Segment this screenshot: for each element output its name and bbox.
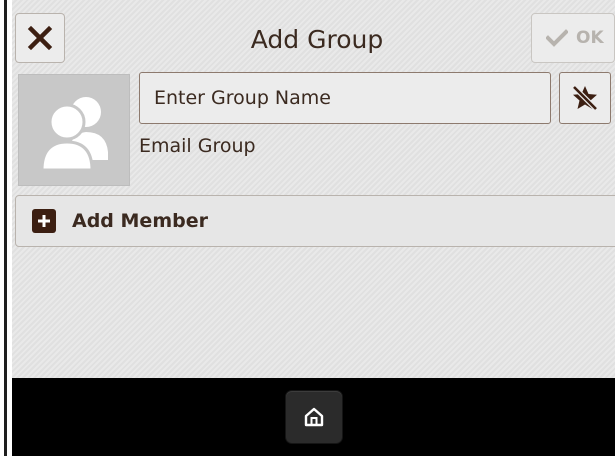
- home-button[interactable]: [286, 391, 342, 443]
- page-title: Add Group: [250, 25, 384, 54]
- home-icon: [304, 407, 324, 427]
- plus-icon: [32, 209, 56, 233]
- add-member-label: Add Member: [72, 210, 208, 232]
- group-avatar-icon: [40, 97, 108, 170]
- avatar[interactable]: [18, 74, 130, 186]
- bottom-bar: [12, 378, 615, 456]
- group-name-input[interactable]: [139, 72, 551, 124]
- group-type-label: Email Group: [139, 135, 256, 157]
- favorite-star-icon: [572, 85, 598, 111]
- ok-button[interactable]: OK: [531, 13, 615, 63]
- device-bezel: [0, 0, 12, 456]
- ok-label: OK: [576, 28, 604, 48]
- add-group-screen: Add Group OK Email Group: [12, 0, 615, 456]
- close-icon: [27, 25, 53, 51]
- checkmark-icon: [546, 29, 568, 47]
- add-member-button[interactable]: Add Member: [15, 195, 615, 247]
- header: Add Group OK: [12, 10, 615, 68]
- favorite-button[interactable]: [559, 72, 611, 124]
- close-button[interactable]: [15, 13, 65, 63]
